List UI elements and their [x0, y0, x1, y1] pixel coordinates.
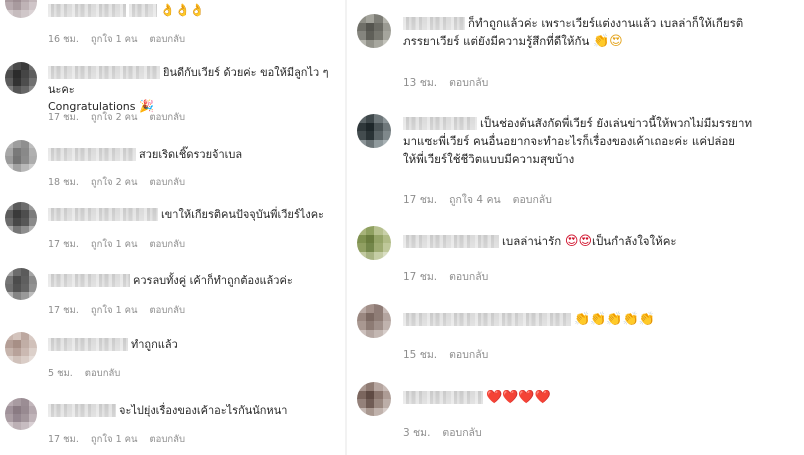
comment-meta: 16 ชม. ถูกใจ 1 คน ตอบกลับ — [48, 32, 197, 47]
timestamp: 17 ชม. — [48, 112, 79, 123]
reply-button[interactable]: ตอบกลับ — [150, 112, 186, 123]
right-comment-column: ก็ทำถูกแล้วค่ะ เพราะเวียร์แต่งงานแล้ว เบ… — [347, 0, 804, 455]
comment-meta: 17 ชม. ถูกใจ 1 คน ตอบกลับ — [48, 432, 197, 447]
comment-meta: 17 ชม. ถูกใจ 1 คน ตอบกลับ — [48, 303, 197, 318]
timestamp: 17 ชม. — [48, 239, 79, 250]
username-blurred[interactable] — [129, 4, 157, 17]
heart-eyes-emoji-icon: 😍😍 — [564, 234, 593, 249]
like-count[interactable]: ถูกใจ 1 คน — [91, 305, 138, 316]
comment-item: ❤️❤️❤️❤️ 3 ชม. ตอบกลับ — [347, 376, 804, 446]
comment-meta: 3 ชม. ตอบกลับ — [403, 424, 494, 441]
comment-text: ❤️❤️❤️❤️ — [403, 388, 796, 407]
username-blurred[interactable] — [48, 148, 136, 161]
comment-text: ยินดีกับเวียร์ ด้วยค่ะ ขอให้มีลูกไว ๆ นะ… — [48, 66, 329, 113]
username-blurred[interactable] — [48, 338, 128, 351]
comment-item: เบลล่าน่ารัก 😍😍เป็นกำลังใจให้คะ 17 ชม. ตอ… — [347, 220, 804, 286]
comment-meta: 17 ชม. ถูกใจ 1 คน ตอบกลับ — [48, 237, 197, 252]
comment-meta: 17 ชม. ถูกใจ 2 คน ตอบกลับ — [48, 110, 197, 125]
comment-text: ก็ทำถูกแล้วค่ะ เพราะเวียร์แต่งงานแล้ว เบ… — [403, 16, 744, 49]
clapping-hands-emoji-icon: 👏👏👏👏👏 — [574, 312, 655, 327]
timestamp: 17 ชม. — [48, 305, 79, 316]
comment-text: 👏👏👏👏👏 — [403, 310, 796, 329]
comment-item: สวยเริดเชิ๊ดรวยจ้าเบล 18 ชม. ถูกใจ 2 คน ตอ… — [0, 140, 345, 195]
avatar[interactable] — [5, 202, 37, 234]
comment-meta: 17 ชม. ถูกใจ 4 คน ตอบกลับ — [403, 191, 564, 208]
avatar[interactable] — [5, 332, 37, 364]
username-blurred[interactable] — [48, 404, 116, 417]
comment-meta: 17 ชม. ตอบกลับ — [403, 268, 500, 285]
avatar[interactable] — [5, 398, 37, 430]
timestamp: 5 ชม. — [48, 368, 73, 379]
like-count[interactable]: ถูกใจ 4 คน — [449, 194, 501, 206]
avatar[interactable] — [357, 114, 391, 148]
like-count[interactable]: ถูกใจ 2 คน — [91, 177, 138, 188]
avatar[interactable] — [357, 14, 391, 48]
timestamp: 15 ชม. — [403, 349, 438, 361]
timestamp: 17 ชม. — [403, 194, 438, 206]
username-blurred[interactable] — [403, 117, 477, 130]
username-blurred[interactable] — [403, 391, 483, 404]
username-blurred[interactable] — [403, 235, 499, 248]
reply-button[interactable]: ตอบกลับ — [513, 194, 552, 206]
timestamp: 3 ชม. — [403, 427, 431, 439]
avatar[interactable] — [357, 382, 391, 416]
comment-meta: 18 ชม. ถูกใจ 2 คน ตอบกลับ — [48, 175, 197, 190]
comment-item: ก็ทำถูกแล้วค่ะ เพราะเวียร์แต่งงานแล้ว เบ… — [347, 8, 804, 94]
avatar[interactable] — [357, 304, 391, 338]
timestamp: 18 ชม. — [48, 177, 79, 188]
comment-item: 👏👏👏👏👏 15 ชม. ตอบกลับ — [347, 298, 804, 364]
comment-meta: 15 ชม. ตอบกลับ — [403, 346, 500, 363]
left-comment-column: 👌👌👌 16 ชม. ถูกใจ 1 คน ตอบกลับ ยินดีกับเวีย… — [0, 0, 345, 455]
username-blurred[interactable] — [48, 208, 158, 221]
comment-item: 👌👌👌 16 ชม. ถูกใจ 1 คน ตอบกลับ — [0, 0, 345, 45]
comment-text: ทำถูกแล้ว — [48, 336, 341, 353]
comment-text: สวยเริดเชิ๊ดรวยจ้าเบล — [48, 146, 341, 163]
comment-item: ยินดีกับเวียร์ ด้วยค่ะ ขอให้มีลูกไว ๆ นะ… — [0, 58, 345, 128]
reply-button[interactable]: ตอบกลับ — [150, 434, 186, 445]
reply-button[interactable]: ตอบกลับ — [449, 271, 488, 283]
comment-item: เป็นช่องต้นสังกัดพี่เวียร์ ยังเล่นข่าวนี… — [347, 108, 804, 208]
comment-item: จะไปยุ่งเรื่องของเค้าอะไรกันนักหนา 17 ชม… — [0, 392, 345, 452]
red-heart-emoji-icon: ❤️❤️❤️❤️ — [486, 390, 551, 405]
reply-button[interactable]: ตอบกลับ — [150, 34, 186, 45]
like-count[interactable]: ถูกใจ 1 คน — [91, 34, 138, 45]
reply-button[interactable]: ตอบกลับ — [442, 427, 481, 439]
reply-button[interactable]: ตอบกลับ — [449, 77, 488, 89]
reply-button[interactable]: ตอบกลับ — [150, 305, 186, 316]
reply-button[interactable]: ตอบกลับ — [150, 239, 186, 250]
comment-text: 👌👌👌 — [48, 2, 341, 19]
comment-meta: 5 ชม. ตอบกลับ — [48, 366, 132, 381]
timestamp: 17 ชม. — [48, 434, 79, 445]
username-blurred[interactable] — [48, 274, 130, 287]
like-count[interactable]: ถูกใจ 1 คน — [91, 434, 138, 445]
avatar[interactable] — [5, 0, 37, 18]
timestamp: 17 ชม. — [403, 271, 438, 283]
username-blurred[interactable] — [48, 66, 160, 79]
comment-meta: 13 ชม. ตอบกลับ — [403, 74, 500, 91]
avatar[interactable] — [357, 226, 391, 260]
avatar[interactable] — [5, 140, 37, 172]
reply-button[interactable]: ตอบกลับ — [85, 368, 121, 379]
like-count[interactable]: ถูกใจ 2 คน — [91, 112, 138, 123]
reply-button[interactable]: ตอบกลับ — [150, 177, 186, 188]
comment-item: ควรลบทั้งคู่ เค้าก็ทำถูกต้องแล้วค่ะ 17 ช… — [0, 264, 345, 319]
like-count[interactable]: ถูกใจ 1 คน — [91, 239, 138, 250]
avatar[interactable] — [5, 62, 37, 94]
comment-text: ควรลบทั้งคู่ เค้าก็ทำถูกต้องแล้วค่ะ — [48, 272, 341, 289]
timestamp: 13 ชม. — [403, 77, 438, 89]
username-blurred[interactable] — [48, 4, 126, 17]
reply-button[interactable]: ตอบกลับ — [449, 349, 488, 361]
comment-text: จะไปยุ่งเรื่องของเค้าอะไรกันนักหนา — [48, 402, 341, 419]
username-blurred[interactable] — [403, 313, 571, 326]
comment-item: ทำถูกแล้ว 5 ชม. ตอบกลับ — [0, 328, 345, 383]
comment-item: เขาให้เกียรติคนปัจจุบันพี่เวียร์ไงคะ 17 … — [0, 200, 345, 255]
avatar[interactable] — [5, 268, 37, 300]
clap-heart-eyes-emoji-icon: 👏😍 — [592, 34, 623, 49]
username-blurred[interactable] — [403, 17, 465, 30]
ok-hand-emoji-icon: 👌👌👌 — [160, 3, 205, 17]
comment-text: เบลล่าน่ารัก 😍😍เป็นกำลังใจให้คะ — [403, 232, 796, 251]
comment-text: เขาให้เกียรติคนปัจจุบันพี่เวียร์ไงคะ — [48, 206, 341, 223]
comment-text: เป็นช่องต้นสังกัดพี่เวียร์ ยังเล่นข่าวนี… — [403, 116, 753, 166]
timestamp: 16 ชม. — [48, 34, 79, 45]
